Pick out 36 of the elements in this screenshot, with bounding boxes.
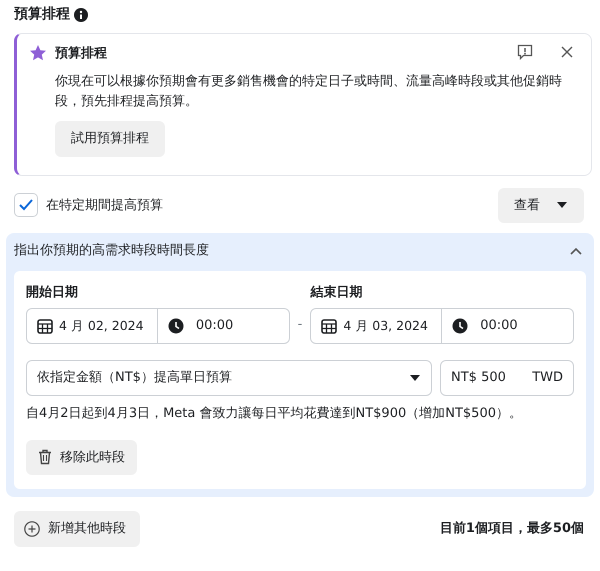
calendar-icon (37, 318, 53, 334)
notice-text: 你現在可以根據你預期會有更多銷售機會的特定日子或時間、流量高峰時段或其他促銷時段，預先排程提高預算。 (55, 72, 563, 112)
caret-icon (556, 201, 568, 210)
star-icon (29, 44, 47, 62)
checkbox[interactable] (14, 193, 38, 218)
section-title: 預算排程 (14, 5, 70, 24)
add-period-button[interactable]: 新增其他時段 (14, 511, 140, 547)
info-icon (74, 8, 88, 22)
close-icon[interactable] (561, 46, 573, 58)
notice-title: 預算排程 (55, 45, 108, 63)
calendar-icon (321, 318, 338, 334)
trash-icon (38, 449, 52, 466)
end-date-field[interactable]: 4 月 03, 2024 (310, 308, 442, 344)
checkbox-label: 在特定期間提高預算 (46, 196, 163, 215)
item-count-note: 目前1個項目，最多50個 (440, 520, 584, 538)
amount-field[interactable]: NT$ 500 TWD (440, 360, 574, 396)
end-label: 結束日期 (310, 284, 364, 302)
separator: - (298, 316, 302, 334)
increase-type-select[interactable]: 依指定金額（NT$）提高單日預算 (26, 360, 432, 396)
caret-icon (409, 374, 421, 382)
clock-icon (168, 318, 184, 334)
clock-icon (452, 318, 468, 334)
chevron-up-icon[interactable] (570, 246, 582, 255)
summary-text: 自4月2日起到4月3日，Meta 會致力讓每日平均花費達到NT$900（增加NT$500）。 (26, 405, 523, 424)
check-icon (19, 199, 33, 212)
end-time-field[interactable]: 00:00 (442, 308, 574, 344)
currency-label: TWD (532, 369, 563, 388)
remove-button[interactable]: 移除此時段 (26, 440, 137, 476)
view-dropdown[interactable]: 查看 (498, 188, 584, 224)
start-date-field[interactable]: 4 月 02, 2024 (26, 308, 158, 344)
plus-circle-icon (24, 520, 40, 537)
try-button[interactable]: 試用預算排程 (55, 121, 165, 157)
panel-header: 指出你預期的高需求時段時間長度 (14, 242, 209, 260)
start-label: 開始日期 (26, 284, 79, 302)
feedback-icon[interactable] (517, 44, 533, 60)
start-time-field[interactable]: 00:00 (158, 308, 290, 344)
